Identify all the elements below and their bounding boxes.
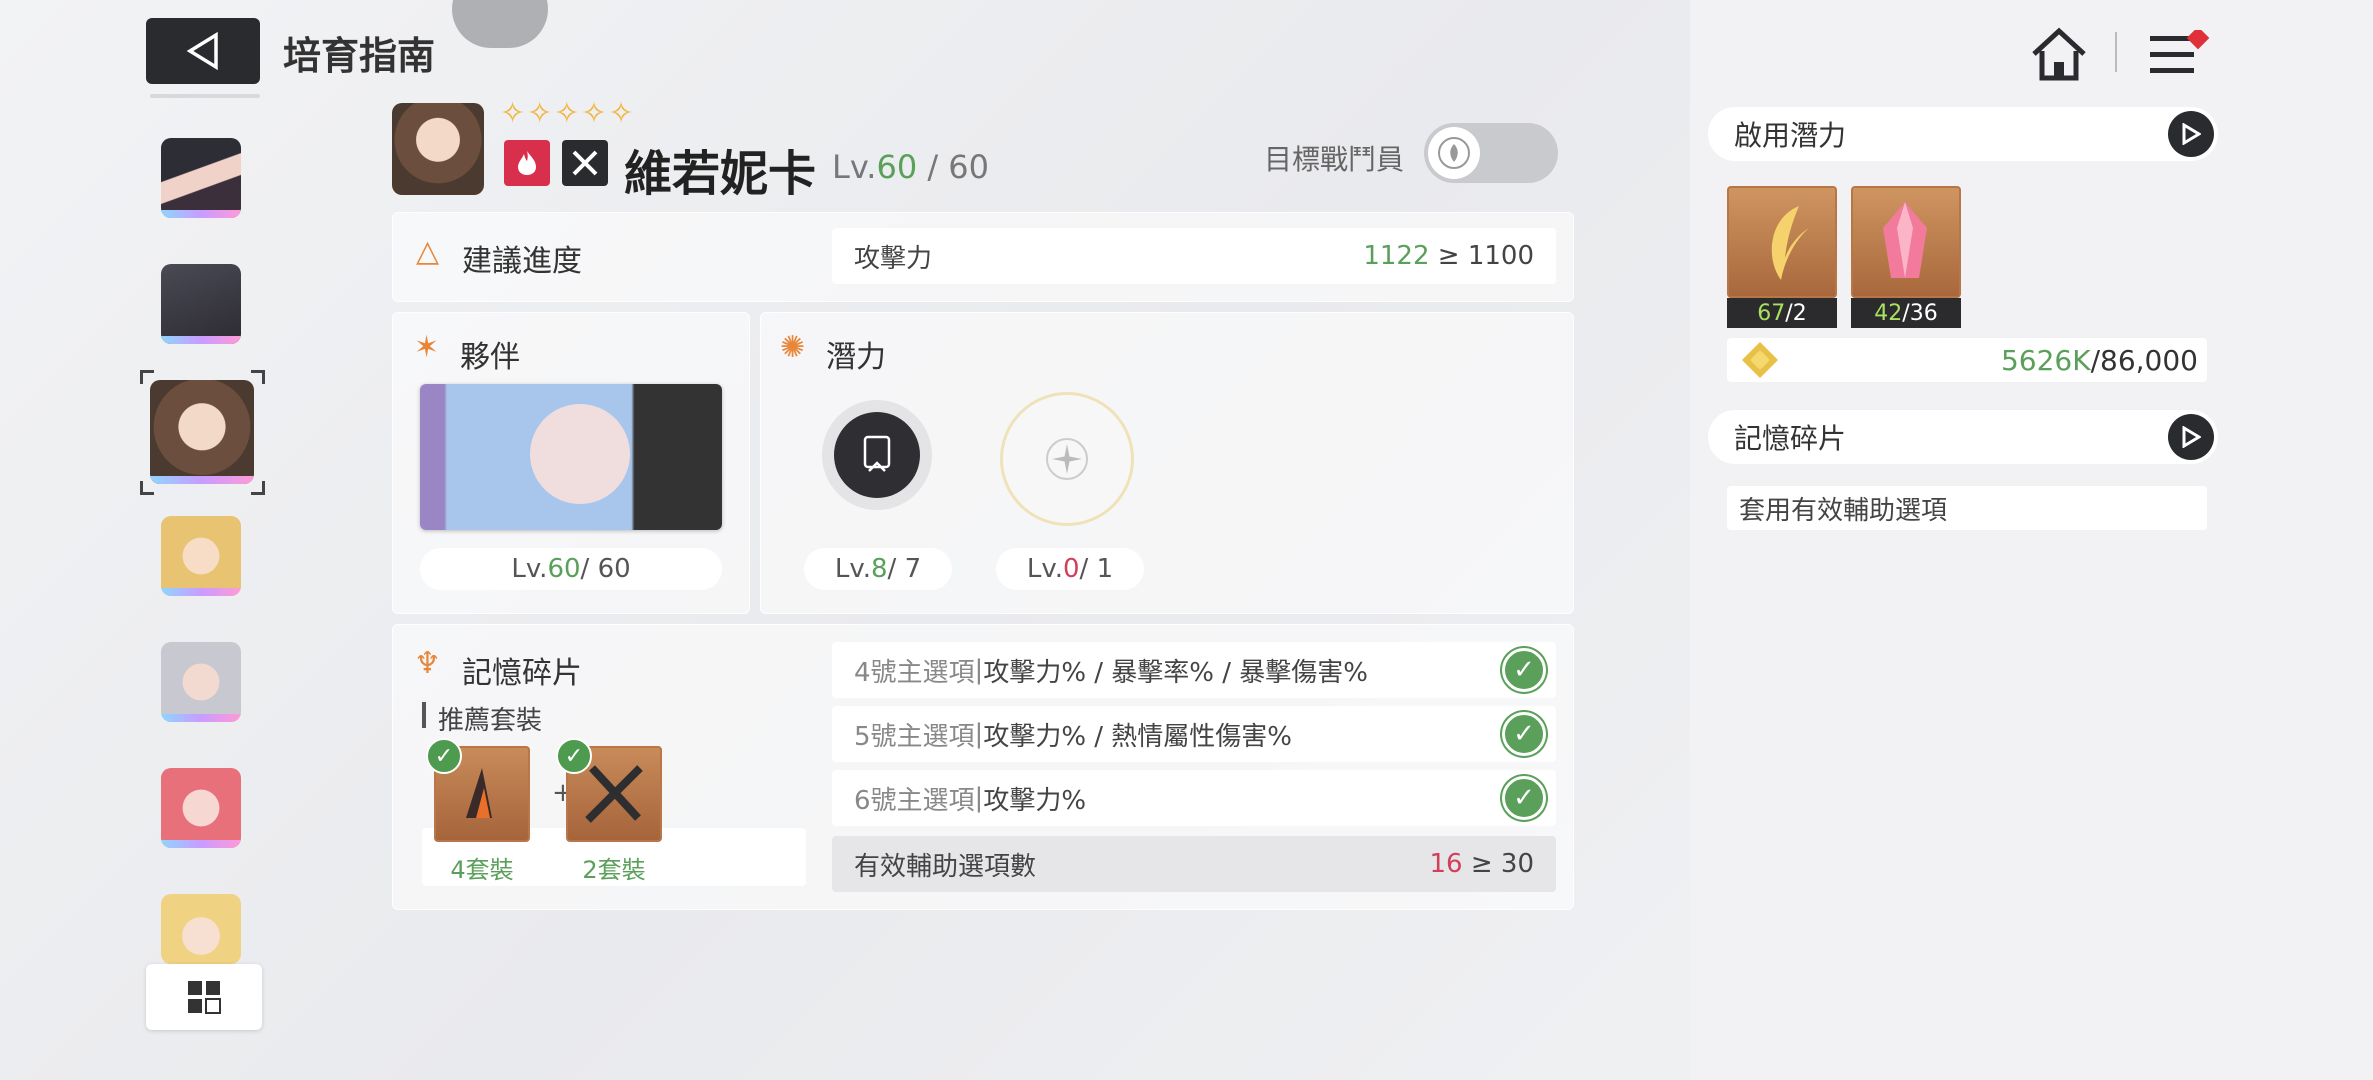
- enable-potential-go-button[interactable]: [2168, 111, 2214, 157]
- starburst-icon: ✺: [780, 330, 806, 365]
- character-thumb-1[interactable]: [161, 138, 241, 218]
- leaf-icon: [1438, 137, 1470, 169]
- crystal-icon: [1883, 202, 1927, 278]
- grid-view-button[interactable]: [146, 964, 262, 1030]
- potential-2-level: Lv. 0 / 1: [996, 548, 1144, 590]
- page-title: 培育指南: [283, 34, 436, 78]
- character-avatar: [392, 103, 484, 195]
- enable-potential-bar[interactable]: 啟用潛力: [1708, 107, 2218, 161]
- sparkle-icon: ✶: [414, 330, 440, 365]
- target-member-label: 目標戰鬥員: [1264, 143, 1405, 176]
- memory-fragment-bar[interactable]: 記憶碎片: [1708, 410, 2218, 464]
- character-level: Lv.60 / 60: [832, 148, 990, 186]
- option-5-check-icon: ✓: [1502, 712, 1546, 756]
- character-thumb-6[interactable]: [161, 768, 241, 848]
- set-2-check-icon: ✓: [556, 738, 592, 774]
- toggle-knob: [1428, 127, 1480, 179]
- compass-icon: [1046, 438, 1088, 480]
- play-icon: [2182, 123, 2201, 145]
- potential-title: 潛力: [826, 340, 886, 375]
- triangle-icon: △: [416, 234, 440, 269]
- header-divider: [2115, 32, 2117, 72]
- set-2-label: 2套裝: [582, 856, 646, 884]
- set-marker: [422, 702, 426, 728]
- option-6-check-icon: ✓: [1502, 776, 1546, 820]
- partner-card[interactable]: [420, 384, 722, 530]
- character-thumb-7[interactable]: [161, 894, 241, 964]
- material-feather[interactable]: 67/2: [1727, 186, 1837, 328]
- target-member-toggle[interactable]: [1424, 123, 1558, 183]
- right-panel: [1690, 0, 2373, 1080]
- memory-fragment-go-button[interactable]: [2168, 414, 2214, 460]
- partner-level: Lv. 60 / 60: [420, 548, 722, 590]
- back-arrow-icon: [186, 32, 218, 70]
- recommend-title: 建議進度: [462, 244, 582, 279]
- character-thumb-2[interactable]: [161, 264, 241, 344]
- partner-title: 夥伴: [460, 340, 520, 375]
- star-rating: ✧✧✧✧✧: [500, 96, 636, 131]
- crown-icon: ♆: [414, 646, 441, 681]
- memory-title: 記憶碎片: [462, 656, 582, 691]
- menu-icon[interactable]: [2150, 26, 2210, 82]
- home-icon[interactable]: [2030, 26, 2088, 86]
- decorative-badge: [452, 0, 548, 48]
- gold-coin-icon: [1738, 340, 1782, 384]
- option-4-check-icon: ✓: [1502, 648, 1546, 692]
- fire-attribute-icon: [504, 140, 550, 186]
- sub-option-count-row: 有效輔助選項數 16 ≥ 30: [832, 836, 1556, 892]
- grid-icon: [188, 981, 221, 1014]
- character-thumb-4[interactable]: [161, 516, 241, 596]
- list-top-divider: [150, 94, 260, 98]
- apply-sub-option-row[interactable]: 套用有效輔助選項: [1727, 486, 2207, 530]
- attacker-class-icon: [562, 140, 608, 186]
- potential-node-2[interactable]: [1000, 392, 1134, 526]
- potential-1-level: Lv. 8 / 7: [804, 548, 952, 590]
- attack-stat-row: 攻擊力 1122 ≥ 1100: [832, 228, 1556, 284]
- set-4-label: 4套裝: [450, 856, 514, 884]
- selection-frame: [140, 370, 265, 495]
- recommend-set-label: 推薦套裝: [438, 706, 543, 736]
- character-name: 維若妮卡: [624, 146, 817, 202]
- set-4-check-icon: ✓: [426, 738, 462, 774]
- material-crystal[interactable]: 42/36: [1851, 186, 1961, 328]
- back-button[interactable]: [146, 18, 260, 84]
- play-icon: [2182, 426, 2201, 448]
- card-badge-icon: [863, 435, 891, 472]
- character-thumb-5[interactable]: [161, 642, 241, 722]
- main-option-6-row: 6號主選項 | 攻擊力% ✓: [832, 770, 1556, 826]
- main-option-5-row: 5號主選項 | 攻擊力% / 熱情屬性傷害% ✓: [832, 706, 1556, 762]
- feather-icon: [1771, 206, 1809, 280]
- main-option-4-row: 4號主選項 | 攻擊力% / 暴擊率% / 暴擊傷害% ✓: [832, 642, 1556, 698]
- gold-amount: 5626K/86,000: [2000, 344, 2198, 377]
- potential-node-1[interactable]: [822, 400, 932, 510]
